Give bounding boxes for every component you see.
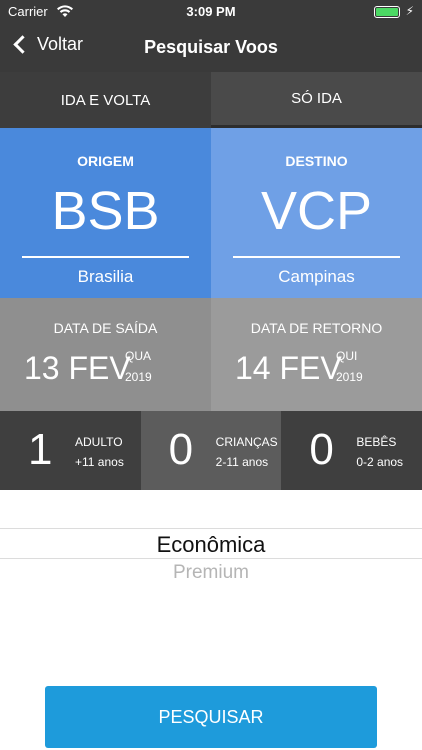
cabin-class-selected[interactable]: Econômica <box>0 532 422 558</box>
passenger-selector: 1 ADULTO +11 anos 0 CRIANÇAS 2-11 anos 0… <box>0 411 422 490</box>
departure-label: DATA DE SAÍDA <box>53 320 158 336</box>
destination-label: DESTINO <box>285 153 348 169</box>
departure-year: 2019 <box>125 370 152 384</box>
top-bar: Carrier 3:09 PM ⚡ Voltar Pesquisar Voos <box>0 0 422 72</box>
origin-label: ORIGEM <box>77 153 134 169</box>
picker-divider-top <box>0 528 422 529</box>
trip-type-tabs: IDA E VOLTA SÓ IDA <box>0 72 422 128</box>
origin-divider <box>22 256 189 258</box>
departure-date: 13 FEV <box>24 350 131 386</box>
destination-divider <box>233 256 400 258</box>
children-count: 0 <box>168 425 194 474</box>
departure-weekday: QUA <box>125 349 152 363</box>
cabin-class-option[interactable]: Premium <box>0 562 422 584</box>
adults-count: 1 <box>28 425 53 474</box>
clock: 3:09 PM <box>186 4 236 19</box>
date-selector: DATA DE SAÍDA 13 FEV QUA 2019 DATA DE RE… <box>0 298 422 411</box>
children-range: 2-11 anos <box>215 455 269 469</box>
destination-selector[interactable]: DESTINO VCP Campinas <box>211 128 422 298</box>
origin-code: BSB <box>51 181 160 241</box>
infants-count: 0 <box>309 425 334 474</box>
origin-selector[interactable]: ORIGEM BSB Brasilia <box>0 128 211 298</box>
charging-icon: ⚡ <box>405 4 414 18</box>
return-label: DATA DE RETORNO <box>250 320 383 336</box>
destination-city: Campinas <box>278 267 355 286</box>
departure-date-selector[interactable]: DATA DE SAÍDA 13 FEV QUA 2019 <box>0 298 211 411</box>
adults-range: +11 anos <box>75 455 124 469</box>
adults-selector[interactable]: 1 ADULTO +11 anos <box>0 411 141 490</box>
infants-label: BEBÊS <box>356 435 397 449</box>
destination-code: VCP <box>260 181 373 241</box>
infants-range: 0-2 anos <box>356 455 404 469</box>
return-weekday: QUI <box>336 349 358 363</box>
children-selector[interactable]: 0 CRIANÇAS 2-11 anos <box>140 411 282 490</box>
battery-icon <box>374 6 400 18</box>
return-date: 14 FEV <box>235 350 342 386</box>
origin-city: Brasilia <box>77 267 134 286</box>
status-bar: Carrier 3:09 PM ⚡ <box>0 0 422 24</box>
return-date-selector[interactable]: DATA DE RETORNO 14 FEV QUI 2019 <box>211 298 422 411</box>
tab-round-trip[interactable]: IDA E VOLTA <box>0 72 211 128</box>
children-label: CRIANÇAS <box>215 435 278 449</box>
airport-selector: ORIGEM BSB Brasilia DESTINO VCP Campinas <box>0 128 422 298</box>
cabin-class-picker[interactable]: Econômica Premium <box>0 490 422 685</box>
tab-one-way[interactable]: SÓ IDA <box>211 72 422 128</box>
adults-label: ADULTO <box>75 435 123 449</box>
infants-selector[interactable]: 0 BEBÊS 0-2 anos <box>281 411 422 490</box>
navigation-bar: Voltar Pesquisar Voos <box>0 24 422 72</box>
search-button[interactable]: PESQUISAR <box>45 686 377 748</box>
picker-divider-bottom <box>0 558 422 559</box>
return-year: 2019 <box>336 370 363 384</box>
page-title: Pesquisar Voos <box>144 37 278 57</box>
